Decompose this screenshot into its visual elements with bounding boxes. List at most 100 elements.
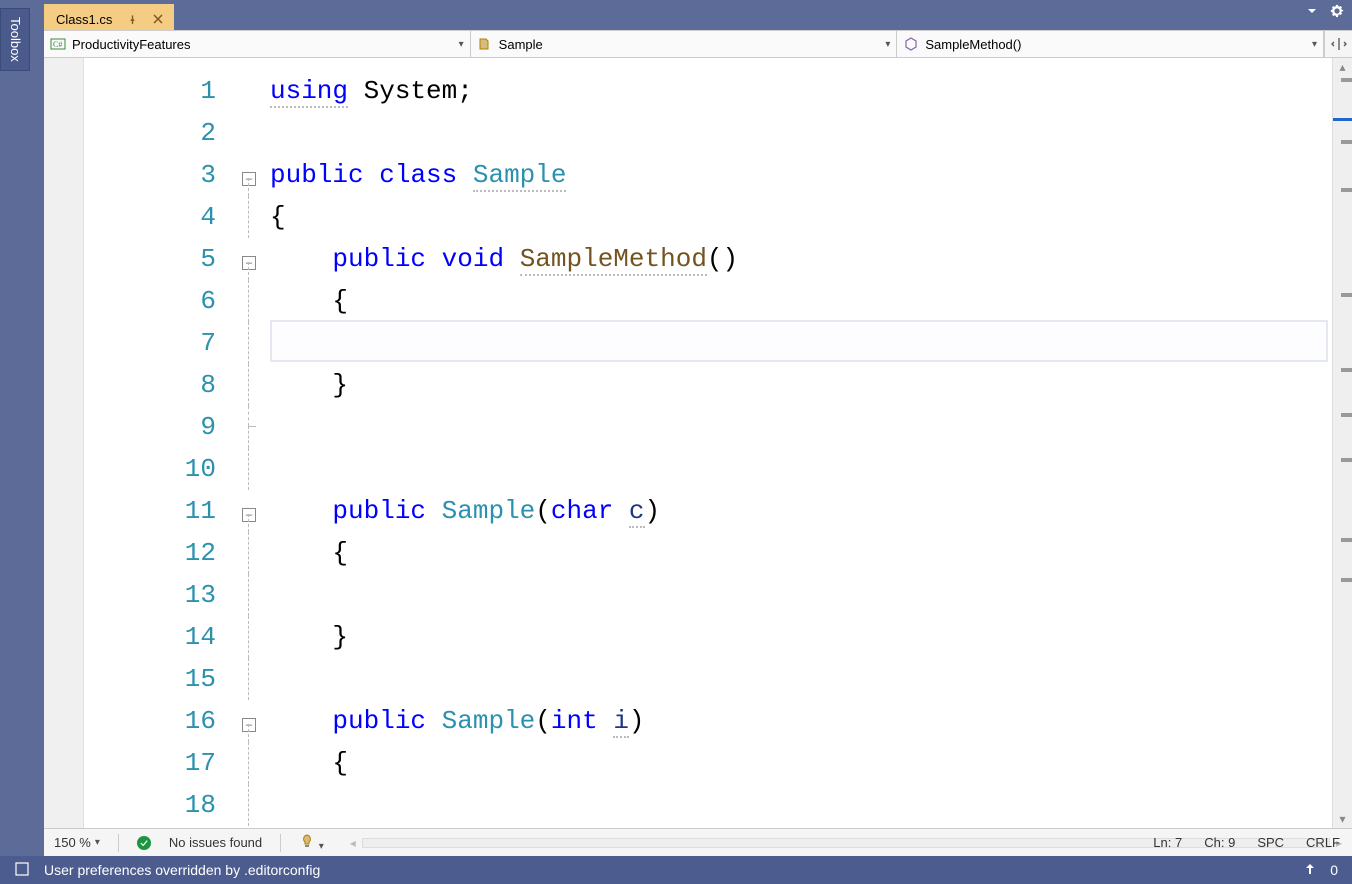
fold-toggle-icon[interactable]: −	[242, 172, 256, 186]
editor-status-bar: 150 % ▾ No issues found ▾ ◂ ▸ Ln: 7 Ch: …	[44, 828, 1352, 856]
ok-check-icon[interactable]	[137, 836, 151, 850]
line-number-gutter: 123456789101112131415161718	[84, 58, 234, 828]
overview-marker	[1341, 78, 1352, 82]
code-line[interactable]	[270, 406, 1332, 448]
code-line[interactable]	[270, 658, 1332, 700]
text-cursor	[395, 325, 397, 353]
fold-cell	[234, 70, 264, 112]
overview-marker	[1341, 458, 1352, 462]
zoom-select[interactable]: 150 % ▾	[54, 835, 100, 850]
outlining-margin[interactable]: − − − −	[234, 58, 264, 828]
code-line[interactable]: public class Sample	[270, 154, 1332, 196]
code-line[interactable]: public void SampleMethod()	[270, 238, 1332, 280]
code-line[interactable]: using System;	[270, 70, 1332, 112]
code-token: {	[270, 538, 348, 568]
scroll-up-icon[interactable]: ▴	[1333, 58, 1352, 76]
code-token: }	[270, 622, 348, 652]
file-tab-label: Class1.cs	[56, 12, 112, 27]
fold-cell	[234, 322, 264, 364]
code-token: c	[629, 496, 645, 528]
overview-marker	[1341, 140, 1352, 144]
fold-toggle-icon[interactable]: −	[242, 256, 256, 270]
file-tab[interactable]: Class1.cs	[44, 4, 174, 30]
class-dropdown[interactable]: Sample ▾	[471, 31, 898, 57]
issues-label: No issues found	[169, 835, 262, 850]
zoom-value: 150 %	[54, 835, 91, 850]
namespace-label: ProductivityFeatures	[72, 37, 191, 52]
code-line[interactable]: }	[270, 616, 1332, 658]
lightbulb-icon[interactable]: ▾	[299, 833, 324, 852]
code-token	[613, 496, 629, 526]
code-line[interactable]: {	[270, 742, 1332, 784]
line-indicator[interactable]: Ln: 7	[1153, 835, 1182, 850]
overview-marker	[1341, 293, 1352, 297]
code-token: public	[332, 244, 426, 274]
code-line[interactable]: {	[270, 196, 1332, 238]
code-token: System;	[364, 76, 473, 106]
code-token: int	[551, 706, 598, 736]
status-message: User preferences overridden by .editorco…	[44, 862, 320, 878]
code-token: {	[270, 286, 348, 316]
indicator-margin	[44, 58, 84, 828]
code-token: public	[332, 706, 426, 736]
overview-marker	[1341, 413, 1352, 417]
line-ending-mode[interactable]: CRLF	[1306, 835, 1340, 850]
code-token: public	[332, 496, 426, 526]
code-editor[interactable]: 123456789101112131415161718 − − − − using S…	[44, 58, 1352, 828]
tab-menu-chevron-icon[interactable]	[1306, 5, 1318, 17]
pin-icon[interactable]	[126, 13, 138, 25]
publish-count: 0	[1330, 862, 1338, 878]
overview-marker	[1341, 368, 1352, 372]
indent-mode[interactable]: SPC	[1257, 835, 1284, 850]
fold-cell	[234, 448, 264, 490]
svg-text:C#: C#	[53, 40, 62, 49]
tab-row-buttons	[1306, 4, 1344, 18]
line-number: 17	[84, 742, 216, 784]
code-line[interactable]: {	[270, 280, 1332, 322]
line-number: 7	[84, 322, 216, 364]
fold-cell	[234, 112, 264, 154]
code-token: {	[270, 748, 348, 778]
fold-toggle-icon[interactable]: −	[242, 508, 256, 522]
column-indicator[interactable]: Ch: 9	[1204, 835, 1235, 850]
split-editor-button[interactable]	[1324, 31, 1352, 57]
code-token: ()	[707, 244, 738, 274]
overview-marker	[1341, 538, 1352, 542]
code-token	[348, 76, 364, 106]
divider	[118, 834, 119, 852]
code-text-area[interactable]: using System;public class Sample{ public…	[264, 58, 1332, 828]
editorconfig-icon	[14, 861, 30, 880]
close-icon[interactable]	[152, 13, 164, 25]
csharp-icon: C#	[50, 36, 66, 52]
code-line[interactable]	[270, 448, 1332, 490]
code-token	[598, 706, 614, 736]
gear-icon[interactable]	[1330, 4, 1344, 18]
code-token: void	[442, 244, 504, 274]
member-dropdown[interactable]: SampleMethod() ▾	[897, 31, 1324, 57]
line-number: 4	[84, 196, 216, 238]
publish-icon[interactable]	[1304, 862, 1316, 878]
fold-cell	[234, 616, 264, 658]
code-line[interactable]	[270, 322, 1332, 364]
code-line[interactable]: }	[270, 364, 1332, 406]
line-number: 12	[84, 532, 216, 574]
code-token	[426, 706, 442, 736]
code-token	[270, 496, 332, 526]
code-line[interactable]	[270, 574, 1332, 616]
line-number: 16	[84, 700, 216, 742]
code-line[interactable]: {	[270, 532, 1332, 574]
line-number: 8	[84, 364, 216, 406]
code-token: )	[629, 706, 645, 736]
fold-toggle-icon[interactable]: −	[242, 718, 256, 732]
code-token: }	[270, 370, 348, 400]
line-number: 10	[84, 448, 216, 490]
namespace-dropdown[interactable]: C# ProductivityFeatures ▾	[44, 31, 471, 57]
scroll-down-icon[interactable]: ▾	[1333, 810, 1352, 828]
code-token	[457, 160, 473, 190]
fold-cell	[234, 784, 264, 826]
code-line[interactable]: public Sample(int i)	[270, 700, 1332, 742]
code-line[interactable]	[270, 112, 1332, 154]
vertical-scrollbar[interactable]: ▴ ▾	[1332, 58, 1352, 828]
code-line[interactable]: public Sample(char c)	[270, 490, 1332, 532]
code-line[interactable]	[270, 784, 1332, 826]
